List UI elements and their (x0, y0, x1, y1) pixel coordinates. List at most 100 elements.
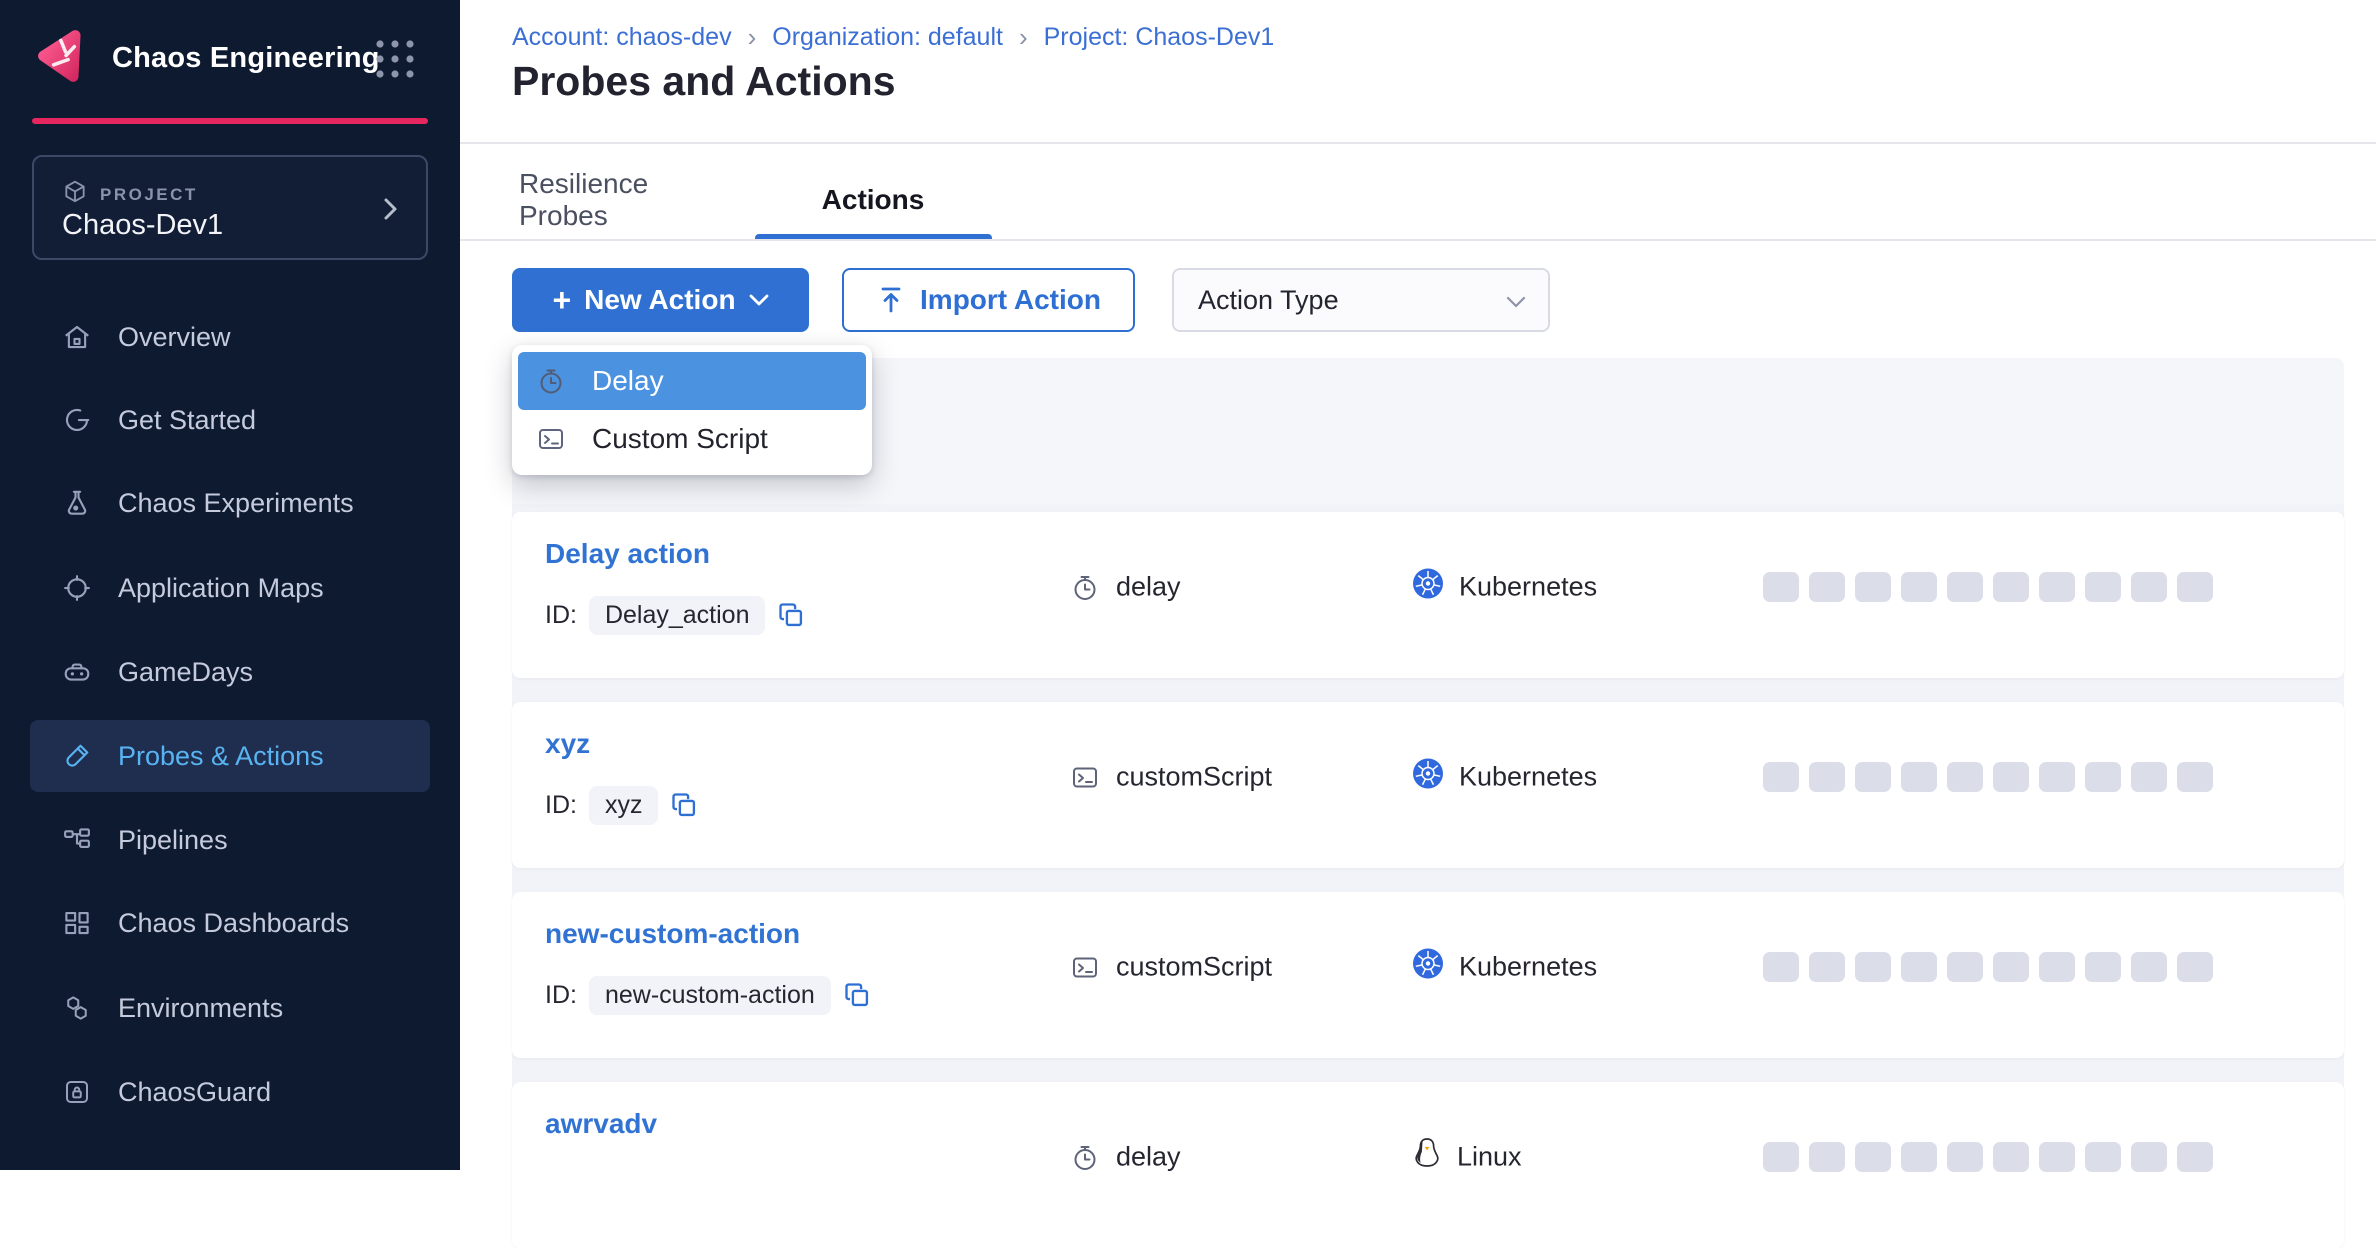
copy-icon[interactable] (670, 791, 698, 819)
breadcrumb-account[interactable]: Account: chaos-dev (512, 23, 732, 52)
execution-result-placeholder (1763, 1142, 1799, 1172)
execution-results-placeholders (1763, 952, 2213, 982)
breadcrumb-separator: › (748, 22, 757, 53)
action-name-link[interactable]: Delay action (545, 538, 710, 570)
execution-result-placeholder (1855, 762, 1891, 792)
action-id-value: xyz (589, 786, 659, 825)
action-id-value: Delay_action (589, 596, 766, 635)
execution-result-placeholder (2039, 572, 2075, 602)
sidebar-item-gamedays[interactable]: GameDays (30, 636, 430, 708)
copy-icon[interactable] (777, 601, 805, 629)
execution-result-placeholder (2177, 952, 2213, 982)
sidebar-item-overview[interactable]: Overview (30, 301, 430, 373)
action-name-link[interactable]: xyz (545, 728, 590, 760)
execution-result-placeholder (1901, 952, 1937, 982)
execution-result-placeholder (1993, 572, 2029, 602)
execution-result-placeholder (2177, 762, 2213, 792)
sidebar-item-label: Probes & Actions (118, 741, 324, 772)
execution-result-placeholder (1901, 762, 1937, 792)
sidebar-item-get-started[interactable]: Get Started (30, 384, 430, 456)
sidebar-item-application-maps[interactable]: Application Maps (30, 552, 430, 624)
table-row: new-custom-action ID: new-custom-action … (512, 892, 2344, 1058)
sidebar-item-environments[interactable]: Environments (30, 972, 430, 1044)
page-title: Probes and Actions (512, 58, 896, 105)
action-name-link[interactable]: new-custom-action (545, 918, 800, 950)
sidebar-item-probes-actions[interactable]: Probes & Actions (30, 720, 430, 792)
table-row: awrvadv delay Linux (512, 1082, 2344, 1248)
id-label: ID: (545, 981, 577, 1010)
execution-result-placeholder (2131, 1142, 2167, 1172)
execution-result-placeholder (1947, 572, 1983, 602)
sidebar-item-label: Pipelines (118, 825, 228, 856)
execution-results-placeholders (1763, 1142, 2213, 1172)
sidebar-item-label: Application Maps (118, 573, 324, 604)
execution-result-placeholder (2039, 762, 2075, 792)
project-label: PROJECT (100, 185, 198, 205)
module-grid-icon[interactable] (372, 36, 418, 87)
execution-result-placeholder (1809, 572, 1845, 602)
stopwatch-icon (536, 366, 566, 396)
execution-result-placeholder (2131, 572, 2167, 602)
action-type-value: customScript (1116, 952, 1272, 983)
execution-result-placeholder (1763, 952, 1799, 982)
kubernetes-icon (1412, 948, 1444, 987)
execution-result-placeholder (1855, 952, 1891, 982)
hexagons-icon (62, 993, 92, 1023)
probe-icon (62, 741, 92, 771)
new-action-button[interactable]: + New Action (512, 268, 809, 332)
sidebar-item-chaos-dashboards[interactable]: Chaos Dashboards (30, 887, 430, 959)
execution-result-placeholder (2085, 572, 2121, 602)
app-title: Chaos Engineering (112, 42, 380, 75)
sidebar-item-chaosguard[interactable]: ChaosGuard (30, 1056, 430, 1128)
action-id-value: new-custom-action (589, 976, 831, 1015)
import-action-button[interactable]: Import Action (842, 268, 1135, 332)
execution-result-placeholder (2039, 1142, 2075, 1172)
flask-icon (62, 488, 92, 518)
execution-result-placeholder (1901, 1142, 1937, 1172)
execution-result-placeholder (2131, 952, 2167, 982)
chevron-down-icon (749, 294, 769, 307)
get-started-icon (62, 405, 92, 435)
linux-icon (1412, 1137, 1442, 1178)
project-name: Chaos-Dev1 (62, 209, 223, 242)
copy-icon[interactable] (843, 981, 871, 1009)
stopwatch-icon (1070, 1142, 1100, 1172)
action-type-filter[interactable]: Action Type (1172, 268, 1550, 332)
chevron-down-icon (1506, 296, 1526, 314)
execution-result-placeholder (1901, 572, 1937, 602)
execution-results-placeholders (1763, 572, 2213, 602)
infrastructure-value: Kubernetes (1459, 952, 1597, 983)
cube-icon (62, 179, 88, 210)
action-name-link[interactable]: awrvadv (545, 1108, 657, 1140)
menu-item-delay[interactable]: Delay (518, 352, 866, 410)
table-row: Delay action ID: Delay_action delay (512, 512, 2344, 678)
new-action-dropdown-menu: Delay Custom Script (512, 345, 872, 475)
sidebar-item-label: ChaosGuard (118, 1077, 271, 1108)
id-label: ID: (545, 601, 577, 630)
execution-result-placeholder (1809, 952, 1845, 982)
execution-result-placeholder (1763, 572, 1799, 602)
plus-icon: + (552, 284, 571, 316)
tab-resilience-probes[interactable]: Resilience Probes (519, 168, 735, 232)
sidebar-item-label: Chaos Dashboards (118, 908, 349, 939)
kubernetes-icon (1412, 568, 1444, 607)
breadcrumb-separator: › (1019, 22, 1028, 53)
terminal-icon (536, 424, 566, 454)
execution-result-placeholder (2177, 1142, 2213, 1172)
breadcrumb-organization[interactable]: Organization: default (772, 23, 1003, 52)
execution-result-placeholder (1809, 762, 1845, 792)
brand-accent-divider (32, 118, 428, 124)
execution-result-placeholder (2131, 762, 2167, 792)
execution-result-placeholder (1947, 1142, 1983, 1172)
project-selector[interactable]: PROJECT Chaos-Dev1 (32, 155, 428, 260)
home-icon (62, 322, 92, 352)
lock-icon (62, 1077, 92, 1107)
breadcrumb-project[interactable]: Project: Chaos-Dev1 (1044, 23, 1275, 52)
execution-result-placeholder (2085, 952, 2121, 982)
execution-result-placeholder (1763, 762, 1799, 792)
sidebar-item-pipelines[interactable]: Pipelines (30, 804, 430, 876)
menu-item-custom-script[interactable]: Custom Script (518, 410, 866, 468)
tab-actions[interactable]: Actions (775, 168, 971, 232)
sidebar-item-chaos-experiments[interactable]: Chaos Experiments (30, 467, 430, 539)
main-content: Account: chaos-dev › Organization: defau… (460, 0, 2376, 1170)
